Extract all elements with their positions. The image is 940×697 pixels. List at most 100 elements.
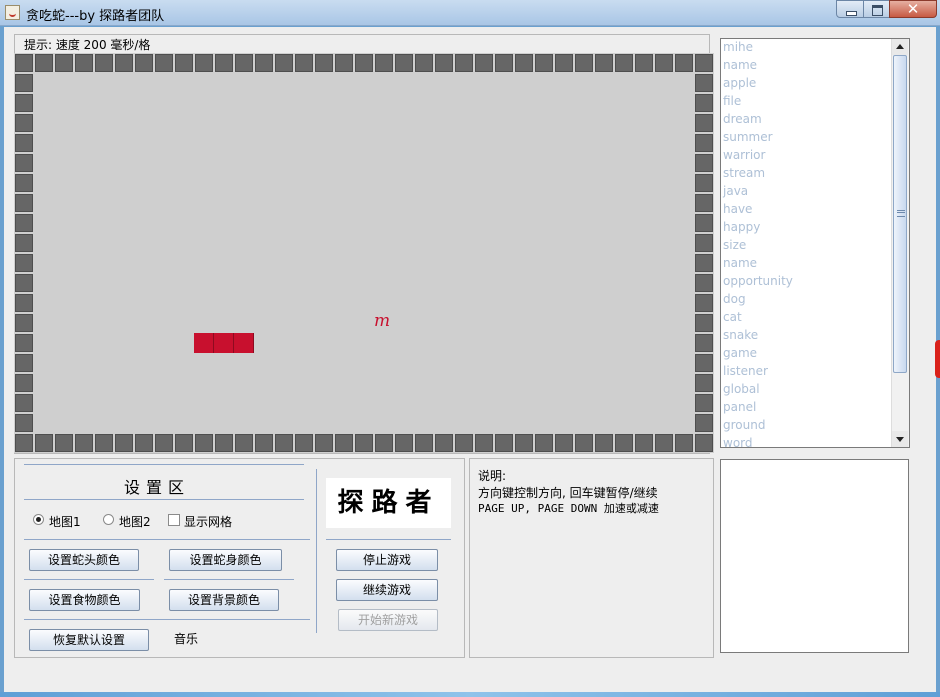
word-list-item[interactable]: java [723,184,748,198]
continue-game-button[interactable]: 继续游戏 [336,579,438,601]
restore-default-button[interactable]: 恢复默认设置 [29,629,149,651]
stop-game-button[interactable]: 停止游戏 [336,549,438,571]
wall-block [515,434,533,452]
scroll-up-button[interactable] [892,39,908,55]
maximize-button[interactable] [863,0,890,18]
close-button[interactable]: ✕ [889,0,937,18]
word-list-item[interactable]: ground [723,418,765,432]
word-list-item[interactable]: global [723,382,760,396]
wall-block [215,434,233,452]
word-list-item[interactable]: warrior [723,148,765,162]
wall-block [415,54,433,72]
wall-block [15,54,33,72]
wall-block [15,234,33,252]
wall-block [255,434,273,452]
snake-body-color-button[interactable]: 设置蛇身颜色 [169,549,282,571]
wall-block [695,174,713,192]
word-list-item[interactable]: name [723,58,757,72]
wall-block [655,434,673,452]
map2-label: 地图2 [119,515,151,529]
divider [326,539,451,540]
wall-block [15,354,33,372]
wall-block [155,434,173,452]
close-icon: ✕ [906,0,920,18]
wall-block [495,54,513,72]
wall-block [15,74,33,92]
word-list-item[interactable]: apple [723,76,756,90]
game-board[interactable]: m [14,53,714,453]
wall-block [15,374,33,392]
word-list-item[interactable]: mihe [723,40,753,54]
word-list-item[interactable]: snake [723,328,758,342]
word-list-item[interactable]: dog [723,292,746,306]
word-list-item[interactable]: word [723,436,753,447]
word-list-item[interactable]: stream [723,166,765,180]
word-list-scrollbar[interactable] [891,39,909,447]
show-grid-checkbox[interactable] [168,514,180,526]
wall-block [695,414,713,432]
wall-block [695,194,713,212]
divider [24,464,304,465]
wall-block [315,434,333,452]
wall-block [75,434,93,452]
desktop-edge-widget [935,340,940,378]
wall-block [15,274,33,292]
wall-block [335,434,353,452]
wall-block [35,54,53,72]
wall-block [295,54,313,72]
divider [24,579,154,580]
scroll-down-button[interactable] [892,431,908,447]
wall-block [515,54,533,72]
wall-block [555,54,573,72]
word-list-item[interactable]: game [723,346,757,360]
word-list-item[interactable]: happy [723,220,760,234]
word-list-item[interactable]: panel [723,400,756,414]
wall-block [695,294,713,312]
word-list-item[interactable]: cat [723,310,742,324]
food-item: m [374,311,391,331]
wall-block [435,434,453,452]
map2-radio[interactable] [103,514,114,525]
title-bar[interactable]: 贪吃蛇---by 探路者团队 ✕ [0,0,940,26]
wall-block [495,434,513,452]
food-color-button[interactable]: 设置食物颜色 [29,589,140,611]
wall-block [695,94,713,112]
new-game-button[interactable]: 开始新游戏 [338,609,438,631]
instructions-line-2: PAGE UP, PAGE DOWN 加速或减速 [478,502,659,515]
wall-block [275,434,293,452]
text-area[interactable] [720,459,909,653]
word-list-item[interactable]: size [723,238,746,252]
wall-block [635,54,653,72]
background-color-button[interactable]: 设置背景颜色 [169,589,279,611]
wall-block [695,154,713,172]
map1-radio[interactable] [33,514,44,525]
snake-head-color-button[interactable]: 设置蛇头颜色 [29,549,139,571]
instructions-title: 说明: [478,469,507,483]
word-list[interactable]: word ground panel global listener game snake ca… [720,38,910,448]
wall-block [275,54,293,72]
word-list-item[interactable]: opportunity [723,274,793,288]
word-list-item[interactable]: dream [723,112,762,126]
wall-block [695,214,713,232]
scroll-thumb[interactable] [893,55,907,373]
wall-block [695,134,713,152]
snake-segment [194,333,214,353]
wall-block [15,114,33,132]
word-list-item[interactable]: summer [723,130,773,144]
word-list-item[interactable]: file [723,94,741,108]
wall-block [115,434,133,452]
wall-block [235,434,253,452]
grip-icon [897,210,905,217]
wall-block [475,54,493,72]
wall-block [695,394,713,412]
wall-block [695,434,713,452]
minimize-button[interactable] [836,0,864,18]
word-list-item[interactable]: have [723,202,752,216]
word-list-item[interactable]: listener [723,364,768,378]
divider [24,499,304,500]
wall-block [615,434,633,452]
wall-block [455,434,473,452]
word-list-item[interactable]: name [723,256,757,270]
wall-block [15,314,33,332]
java-app-icon [5,5,20,20]
